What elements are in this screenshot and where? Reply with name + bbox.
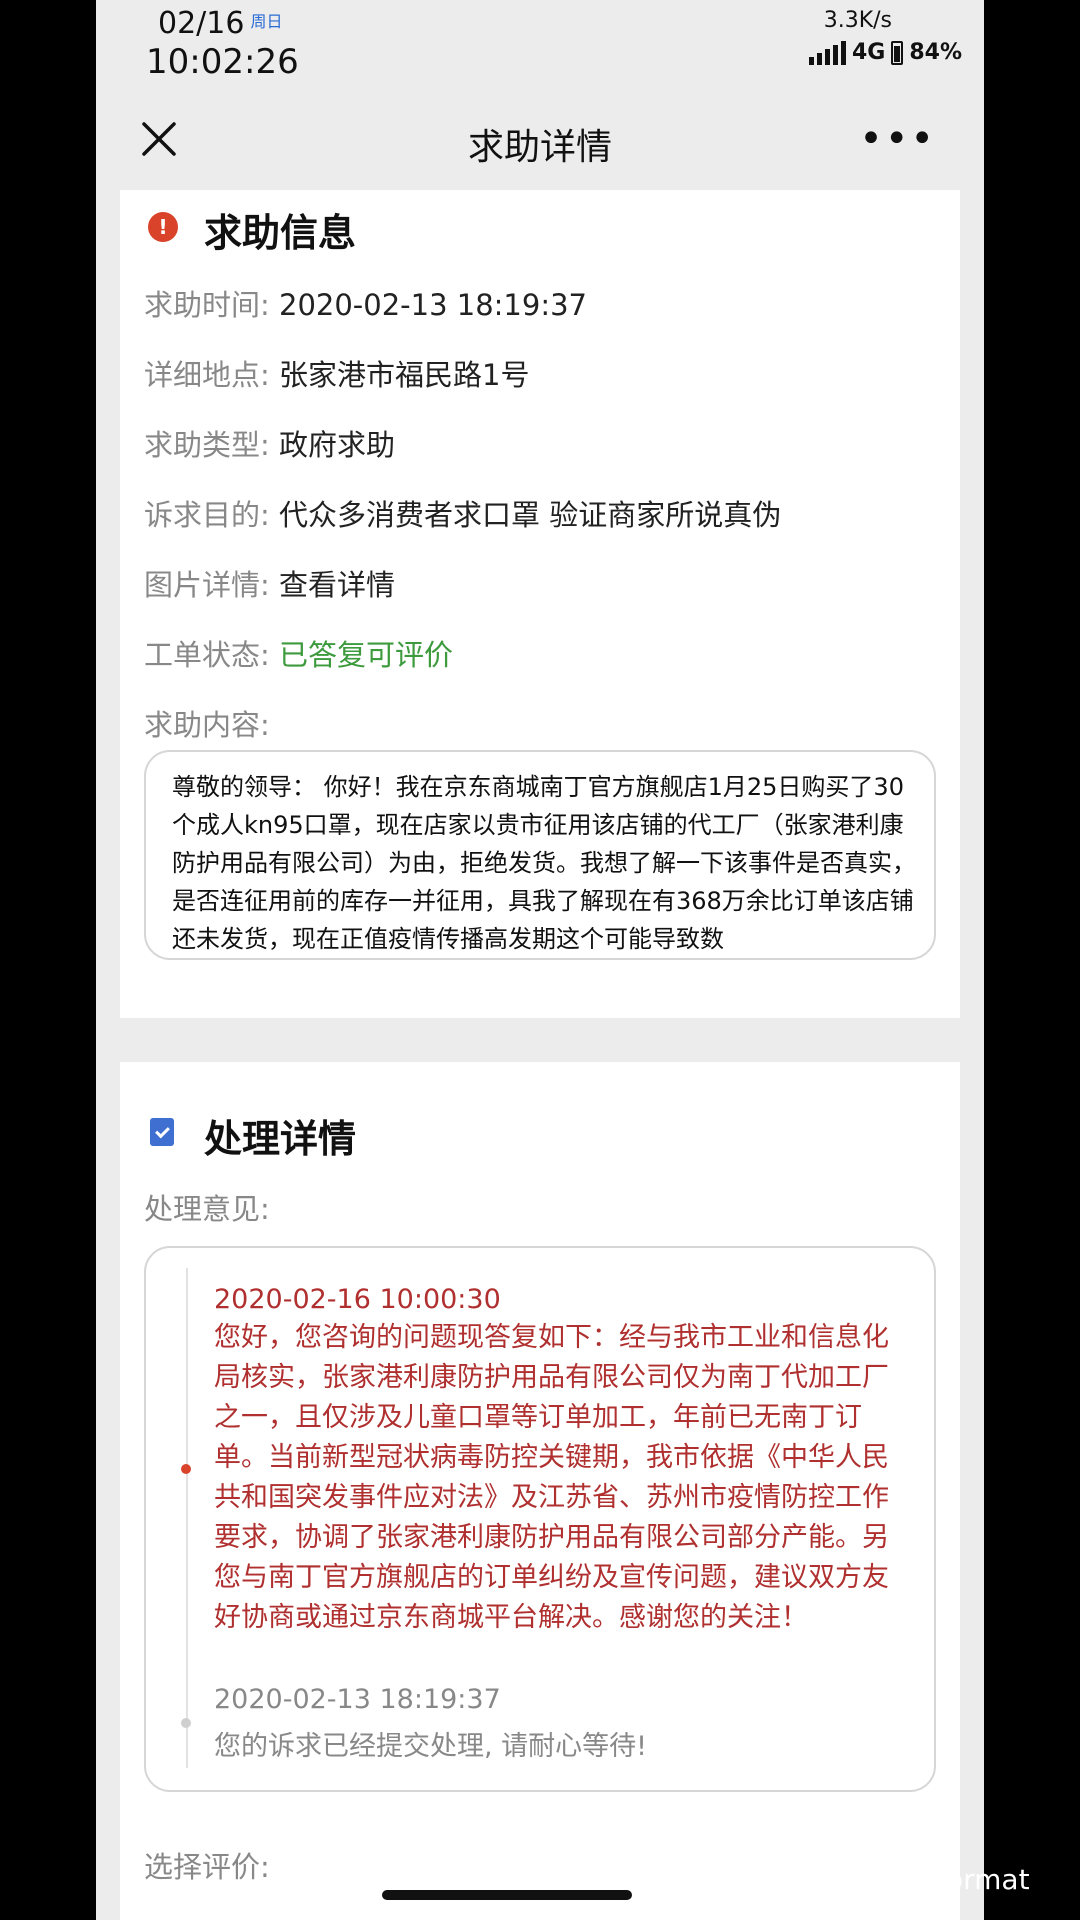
page-title: 求助详情 bbox=[467, 127, 612, 168]
info-icon: ! bbox=[148, 212, 178, 242]
watermark: 知乎 @Format bbox=[838, 1863, 1030, 1896]
field-label: 工单状态: bbox=[144, 638, 270, 672]
field-label: 求助时间: bbox=[144, 288, 270, 322]
field-value: 张家港市福民路1号 bbox=[279, 358, 530, 392]
view-details-link[interactable]: 查看详情 bbox=[279, 568, 395, 602]
help-info-title: 求助信息 bbox=[204, 211, 357, 255]
weekday-text: 周日 bbox=[250, 12, 283, 31]
content-label: 求助内容: bbox=[144, 708, 270, 742]
field-images: 图片详情: 查看详情 bbox=[144, 562, 395, 604]
field-label: 图片详情: bbox=[144, 568, 270, 602]
battery-icon bbox=[891, 40, 904, 65]
submit-text: 您的诉求已经提交处理, 请耐心等待! bbox=[214, 1731, 647, 1762]
signal-icon bbox=[808, 40, 846, 65]
field-help-type: 求助类型: 政府求助 bbox=[144, 422, 395, 464]
field-value: 代众多消费者求口罩 验证商家所说真伪 bbox=[279, 498, 782, 532]
reply-text: 您好，您咨询的问题现答复如下：经与我市工业和信息化局核实，张家港利康防护用品有限… bbox=[214, 1322, 889, 1633]
process-title: 处理详情 bbox=[204, 1117, 357, 1161]
evaluation-label: 选择评价: bbox=[144, 1850, 270, 1884]
status-date: 02/16 周日 bbox=[158, 6, 282, 41]
battery-level: 84% bbox=[909, 40, 962, 65]
status-value: 已答复可评价 bbox=[279, 638, 454, 672]
phone-screen: 02/16 周日 10:02:26 3.3K/s 4G 84% 求助详情 ••• … bbox=[96, 0, 984, 1920]
field-label: 详细地点: bbox=[144, 358, 270, 392]
field-ticket-status: 工单状态: 已答复可评价 bbox=[144, 632, 453, 674]
date-text: 02/16 bbox=[158, 6, 245, 41]
field-purpose: 诉求目的: 代众多消费者求口罩 验证商家所说真伪 bbox=[144, 492, 781, 534]
process-card: 处理详情 处理意见: 2020-02-16 10:00:30 您好，您咨询的问题… bbox=[120, 1062, 960, 1920]
status-time: 10:02:26 bbox=[146, 42, 299, 82]
field-address: 详细地点: 张家港市福民路1号 bbox=[144, 352, 529, 394]
home-indicator[interactable] bbox=[382, 1890, 632, 1900]
field-help-time: 求助时间: 2020-02-13 18:19:37 bbox=[144, 282, 587, 324]
network-speed: 3.3K/s bbox=[823, 8, 892, 33]
submit-date: 2020-02-13 18:19:37 bbox=[214, 1684, 501, 1715]
timeline-dot-active bbox=[181, 1464, 191, 1474]
status-bar: 02/16 周日 10:02:26 3.3K/s 4G 84% bbox=[96, 0, 984, 100]
field-label: 求助类型: bbox=[144, 428, 270, 462]
opinion-label: 处理意见: bbox=[144, 1192, 270, 1226]
reply-date: 2020-02-16 10:00:30 bbox=[214, 1284, 501, 1315]
help-content-text: 尊敬的领导： 你好！我在京东商城南丁官方旗舰店1月25日购买了30个成人kn95… bbox=[172, 773, 916, 953]
timeline-line bbox=[186, 1268, 188, 1768]
document-icon bbox=[150, 1118, 174, 1146]
help-info-card: ! 求助信息 求助时间: 2020-02-13 18:19:37 详细地点: 张… bbox=[120, 190, 960, 1018]
field-value: 2020-02-13 18:19:37 bbox=[279, 288, 587, 322]
field-label: 诉求目的: bbox=[144, 498, 270, 532]
timeline-dot bbox=[181, 1718, 191, 1728]
more-icon[interactable]: ••• bbox=[859, 119, 936, 159]
field-value: 政府求助 bbox=[279, 428, 396, 462]
network-status: 4G 84% bbox=[808, 40, 962, 65]
nav-bar: 求助详情 ••• bbox=[96, 100, 984, 188]
network-type: 4G bbox=[851, 40, 886, 65]
help-content-box[interactable]: 尊敬的领导： 你好！我在京东商城南丁官方旗舰店1月25日购买了30个成人kn95… bbox=[144, 750, 936, 960]
reply-box: 2020-02-16 10:00:30 您好，您咨询的问题现答复如下：经与我市工… bbox=[144, 1246, 936, 1792]
